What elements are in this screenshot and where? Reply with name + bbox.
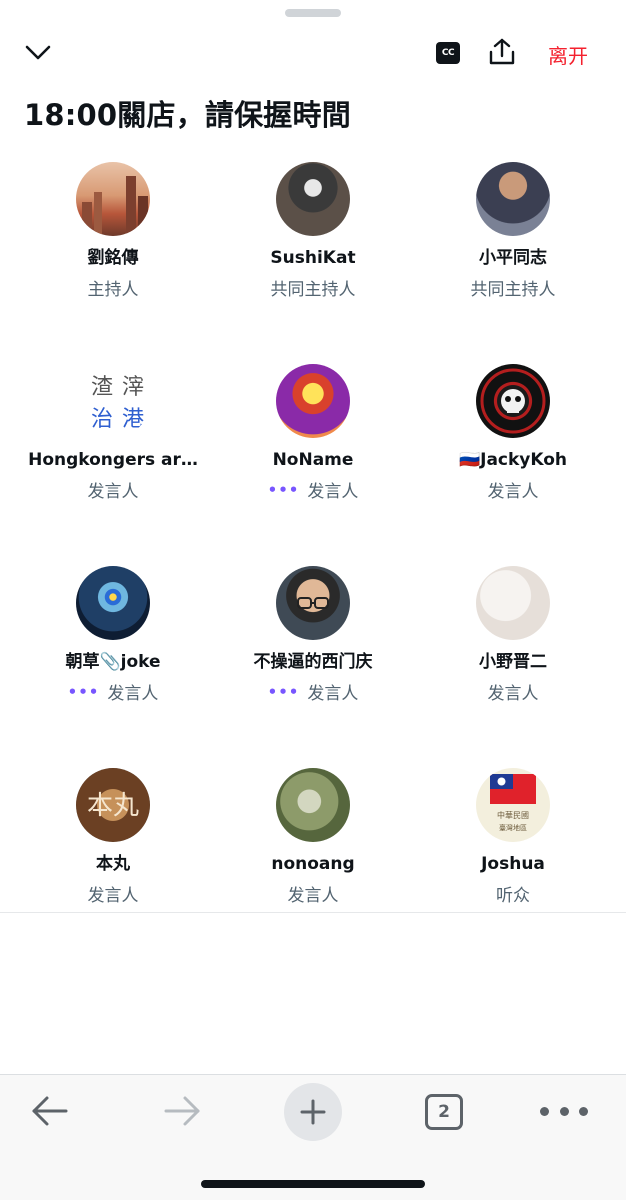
leave-button[interactable]: 离开 — [548, 40, 588, 69]
participant-card[interactable]: 🇷🇺JackyKoh 发言人 — [413, 364, 613, 504]
more-dot — [579, 1106, 588, 1116]
more-dot — [559, 1106, 569, 1116]
svg-text:滓: 滓 — [122, 375, 144, 400]
space-title: 18:00關店，請保握時間 — [24, 98, 351, 132]
participant-role: 发言人 — [87, 886, 139, 903]
participant-name: 本丸 — [96, 854, 130, 874]
avatar: 本丸 — [76, 768, 150, 842]
svg-text:中華民國: 中華民國 — [497, 810, 529, 820]
more-dot — [540, 1106, 549, 1116]
participant-name: 不操逼的西门庆 — [253, 652, 373, 672]
participant-grid: 劉銘傳 主持人 SushiKat 共同主持人 小平同志 共同主持人 渣 滓 治 … — [0, 160, 626, 903]
participant-role: ••• 发言人 — [67, 683, 159, 704]
participant-name: Hongkongers ar… — [28, 450, 198, 470]
participant-card[interactable]: 朝草📎joke ••• 发言人 — [13, 566, 213, 706]
avatar — [76, 566, 150, 640]
participant-card[interactable]: 小野晋二 发言人 — [413, 566, 613, 706]
participant-role: 发言人 — [487, 482, 539, 502]
participant-card[interactable]: 中華民國 臺灣地區 Joshua 听众 — [413, 768, 613, 903]
avatar — [276, 364, 350, 438]
participant-role: 主持人 — [87, 280, 139, 300]
participant-card[interactable]: SushiKat 共同主持人 — [213, 162, 413, 302]
participant-role: ••• 发言人 — [267, 683, 359, 704]
speaking-indicator-icon: ••• — [267, 481, 300, 499]
home-indicator[interactable] — [201, 1180, 425, 1188]
participant-name: 朝草📎joke — [65, 652, 161, 672]
participant-card[interactable]: 劉銘傳 主持人 — [13, 162, 213, 302]
glasses-portrait — [297, 597, 329, 609]
participant-name: 劉銘傳 — [87, 248, 139, 268]
avatar: 中華民國 臺灣地區 — [476, 768, 550, 842]
avatar — [476, 566, 550, 640]
space-toolbar: CC 离开 — [0, 30, 626, 76]
participant-name: nonoang — [271, 854, 355, 874]
city-sunset-image — [82, 176, 148, 236]
speaking-indicator-icon: ••• — [67, 683, 100, 701]
divider — [0, 912, 626, 913]
space-sheet: CC 离开 18:00關店，請保握時間 劉銘傳 主持人 SushiKat 共同主… — [0, 0, 626, 1200]
svg-text:臺灣地區: 臺灣地區 — [499, 823, 527, 832]
closed-captions-icon[interactable]: CC — [436, 42, 460, 64]
more-icon[interactable] — [540, 1103, 588, 1119]
participant-role: ••• 发言人 — [267, 481, 359, 502]
sheet-grabber[interactable] — [285, 9, 341, 17]
participant-role: 共同主持人 — [270, 280, 356, 300]
participant-role: 听众 — [496, 886, 530, 903]
participant-card[interactable]: 本丸 本丸 发言人 — [13, 768, 213, 903]
participant-card[interactable]: 渣 滓 治 港 Hongkongers ar… 发言人 — [13, 364, 213, 504]
participant-name: 🇷🇺JackyKoh — [458, 450, 568, 470]
tabs-icon[interactable]: 2 — [425, 1094, 463, 1130]
participant-name: SushiKat — [270, 248, 356, 268]
participant-name: 小平同志 — [479, 248, 547, 268]
avatar — [476, 364, 550, 438]
calligraphy-logo: 渣 滓 治 港 — [91, 375, 144, 432]
plus-icon[interactable] — [284, 1083, 342, 1141]
avatar — [276, 162, 350, 236]
arrow-right-icon[interactable] — [162, 1093, 202, 1129]
participant-role: 发言人 — [487, 684, 539, 704]
participant-card[interactable]: nonoang 发言人 — [213, 768, 413, 903]
participant-card[interactable]: 不操逼的西门庆 ••• 发言人 — [213, 566, 413, 706]
avatar — [76, 162, 150, 236]
avatar — [476, 162, 550, 236]
participant-name: NoName — [272, 450, 354, 470]
participant-card[interactable]: NoName ••• 发言人 — [213, 364, 413, 504]
svg-text:治: 治 — [91, 407, 113, 432]
avatar — [276, 566, 350, 640]
participant-name: 小野晋二 — [479, 652, 547, 672]
svg-text:本丸: 本丸 — [87, 791, 139, 821]
arrow-left-icon[interactable] — [30, 1093, 70, 1129]
roc-flag-seal: 中華民國 臺灣地區 — [490, 774, 536, 832]
participant-role: 发言人 — [287, 886, 339, 903]
participant-name: Joshua — [481, 854, 545, 874]
svg-text:港: 港 — [122, 407, 144, 432]
avatar — [276, 768, 350, 842]
wood-sign-image: 本丸 — [87, 791, 139, 821]
share-icon[interactable] — [486, 36, 518, 68]
chevron-down-icon[interactable] — [22, 38, 54, 68]
participant-role: 发言人 — [87, 482, 139, 502]
svg-text:渣: 渣 — [91, 375, 113, 400]
wagner-skull-logo — [480, 368, 546, 434]
speaking-indicator-icon: ••• — [267, 683, 300, 701]
avatar: 渣 滓 治 港 — [76, 364, 150, 438]
participant-card[interactable]: 小平同志 共同主持人 — [413, 162, 613, 302]
participant-role: 共同主持人 — [470, 280, 556, 300]
